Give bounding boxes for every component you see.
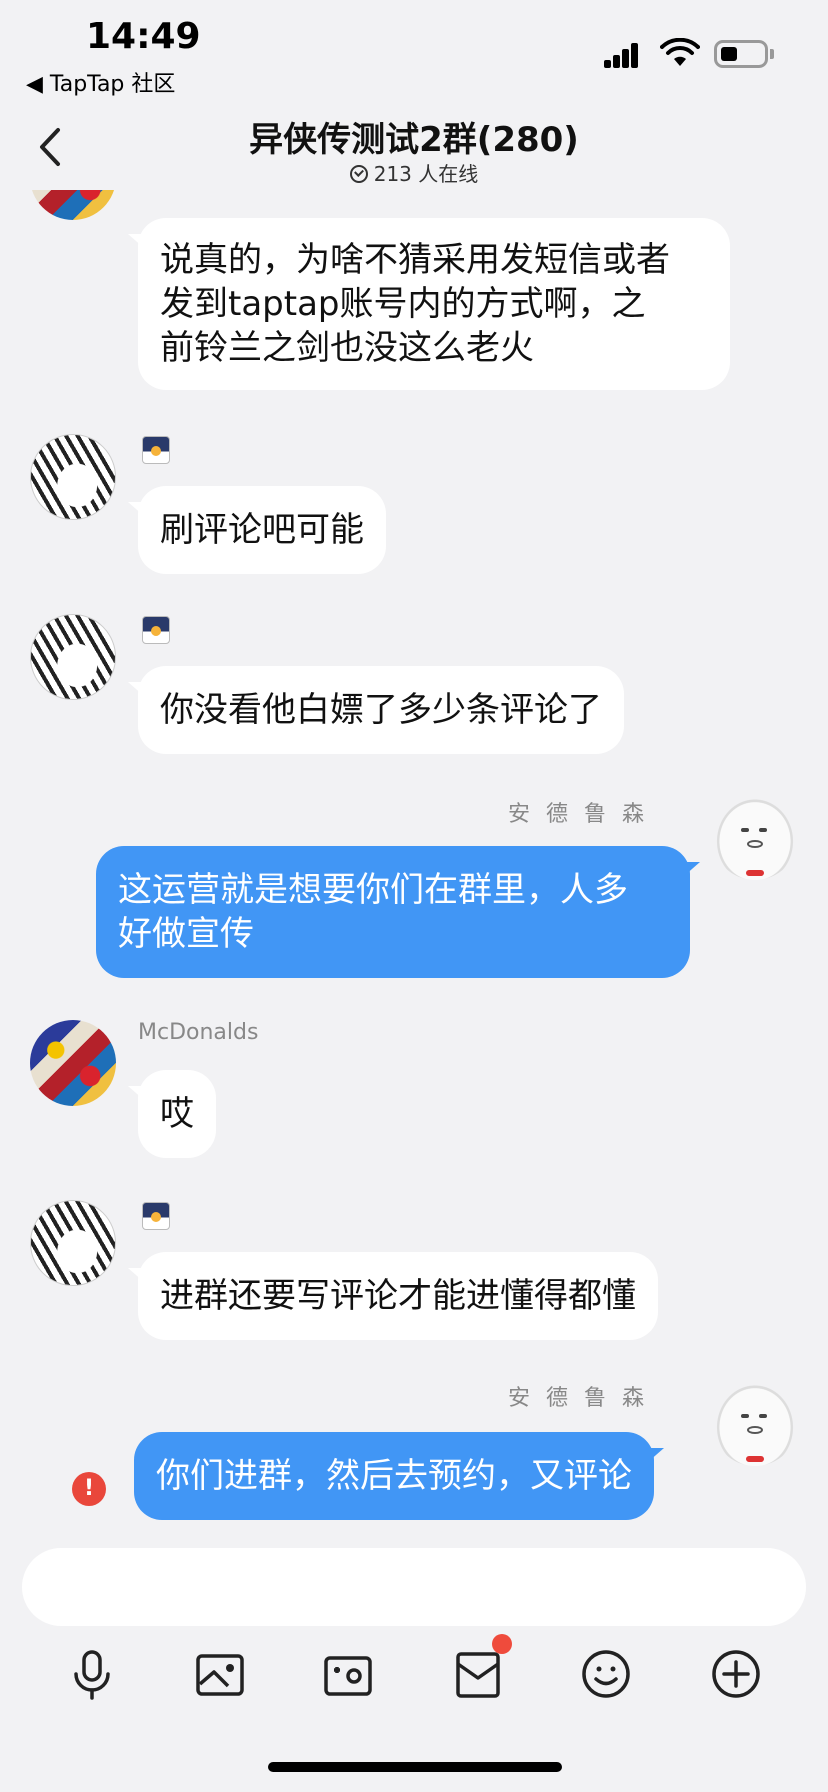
group-title: 异侠传测试2群(280) (249, 120, 579, 160)
camera-icon[interactable] (318, 1644, 378, 1704)
status-bar: 14:49 ◀ TapTap 社区 (0, 0, 828, 100)
avatar[interactable] (30, 1020, 116, 1106)
avatar[interactable] (712, 794, 798, 880)
message-text: 好做宣传 (118, 914, 254, 954)
message-text: 你没看他白嫖了多少条评论了 (160, 690, 602, 730)
avatar[interactable] (30, 434, 116, 520)
message-text: 进群还要写评论才能进懂得都懂 (160, 1276, 636, 1316)
sender-name: McDonalds (138, 1020, 259, 1045)
online-count: 213 人在线 (0, 158, 828, 187)
sender-name: 安德鲁森 (508, 1386, 661, 1411)
avatar[interactable] (30, 1200, 116, 1286)
home-indicator[interactable] (268, 1762, 562, 1772)
message-text: 哎 (160, 1094, 194, 1134)
message-bubble[interactable]: 你们进群，然后去预约，又评论 (134, 1432, 664, 1520)
message-input[interactable] (22, 1548, 806, 1626)
chat-header: 异侠传测试2群(280) 213 人在线 (0, 100, 828, 190)
message-text: 刷评论吧可能 (160, 510, 364, 550)
composer (0, 1530, 828, 1792)
message-bubble[interactable]: 哎 (128, 1070, 216, 1158)
microphone-icon[interactable] (62, 1644, 122, 1704)
signal-icon (604, 40, 648, 68)
message-text: 你们进群，然后去预约，又评论 (156, 1456, 632, 1496)
user-badge-icon (142, 436, 170, 464)
message-list[interactable]: 说真的，为啥不猜采用发短信或者 发到taptap账号内的方式啊，之 前铃兰之剑也… (0, 190, 828, 1530)
avatar[interactable] (712, 1380, 798, 1466)
message-bubble[interactable]: 这运营就是想要你们在群里，人多 好做宣传 (96, 846, 700, 978)
notification-dot (492, 1634, 512, 1654)
status-time: 14:49 (86, 16, 201, 57)
plus-icon[interactable] (706, 1644, 766, 1704)
message-text: 前铃兰之剑也没这么老火 (160, 328, 534, 368)
sender-name: 安德鲁森 (508, 802, 661, 827)
message-text: 发到taptap账号内的方式啊，之 (160, 284, 646, 324)
wifi-icon (660, 38, 700, 66)
emoji-icon[interactable] (576, 1644, 636, 1704)
image-icon[interactable] (190, 1644, 250, 1704)
avatar[interactable] (30, 614, 116, 700)
message-bubble[interactable]: 说真的，为啥不猜采用发短信或者 发到taptap账号内的方式啊，之 前铃兰之剑也… (128, 218, 730, 390)
message-bubble[interactable]: 你没看他白嫖了多少条评论了 (128, 666, 624, 754)
user-badge-icon (142, 616, 170, 644)
message-text: 说真的，为啥不猜采用发短信或者 (160, 240, 670, 280)
back-to-app-link[interactable]: ◀ TapTap 社区 (26, 66, 175, 98)
avatar[interactable] (30, 190, 116, 220)
message-bubble[interactable]: 进群还要写评论才能进懂得都懂 (128, 1252, 658, 1340)
battery-icon (714, 40, 768, 68)
message-bubble[interactable]: 刷评论吧可能 (128, 486, 386, 574)
send-failed-icon[interactable]: ! (72, 1472, 106, 1506)
user-badge-icon (142, 1202, 170, 1230)
message-text: 这运营就是想要你们在群里，人多 (118, 870, 628, 910)
chevron-circle-icon[interactable] (349, 165, 368, 183)
